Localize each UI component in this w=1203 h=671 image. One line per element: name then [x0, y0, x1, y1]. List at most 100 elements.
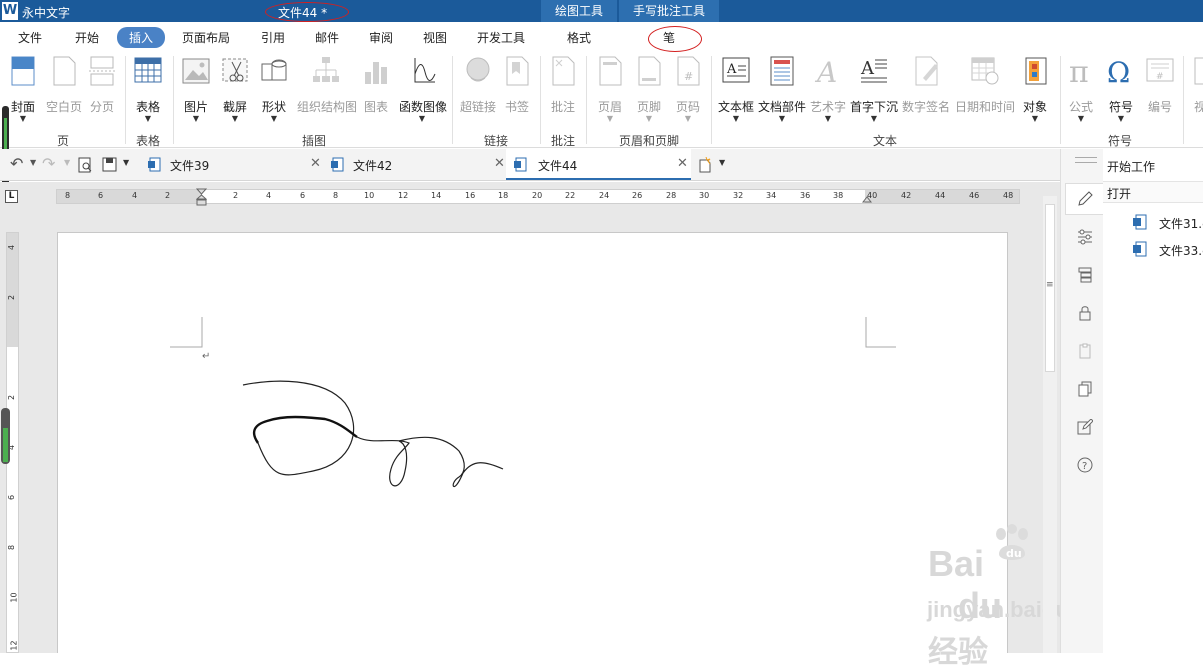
close-tab-icon[interactable]: ✕ [494, 156, 505, 171]
svg-text:A: A [814, 56, 837, 88]
object-button[interactable]: 对象 ▼ [1021, 54, 1049, 123]
vertical-scrollbar[interactable]: ≡ [1043, 196, 1057, 653]
object-icon [1025, 57, 1047, 85]
group-separator [452, 56, 453, 144]
clipboard-icon[interactable] [1077, 343, 1093, 359]
hyperlink-button[interactable]: 超链接 [458, 54, 498, 115]
page-number-icon: # [677, 56, 700, 86]
picture-button[interactable]: 图片 ▼ [181, 54, 211, 123]
bar-chart-icon [365, 62, 387, 84]
help-icon[interactable]: ? [1077, 457, 1093, 473]
lock-icon[interactable] [1077, 305, 1093, 321]
close-tab-icon[interactable]: ✕ [677, 156, 688, 171]
screenshot-button[interactable]: 截屏 ▼ [220, 54, 250, 123]
pencil-icon[interactable] [1077, 191, 1093, 207]
redo-dropdown-icon[interactable]: ▼ [64, 158, 70, 167]
margin-corner-top-left [170, 317, 203, 348]
menu-developer[interactable]: 开发工具 [477, 29, 525, 46]
recent-file-item[interactable]: 文件31.e [1133, 213, 1203, 231]
app-logo-icon: W [2, 2, 18, 20]
navigation-icon[interactable] [1077, 267, 1093, 283]
doc-tab-44-active[interactable]: 文件44 ✕ [506, 149, 691, 180]
footer-button[interactable]: 页脚 ▼ [634, 54, 664, 123]
menu-format[interactable]: 格式 [567, 29, 591, 46]
shapes-button[interactable]: 形状 ▼ [259, 54, 289, 123]
table-button[interactable]: 表格 ▼ [133, 54, 163, 123]
org-chart-button[interactable]: 组织结构图 [297, 54, 357, 115]
print-preview-icon[interactable] [78, 157, 93, 173]
copy-pages-icon[interactable] [1077, 381, 1093, 397]
svg-text:A: A [860, 58, 875, 79]
paragraph-mark-icon: ↵ [202, 351, 211, 362]
menu-page-layout[interactable]: 页面布局 [182, 29, 230, 46]
scroll-grip-icon: ≡ [1046, 280, 1054, 290]
svg-text:?: ? [1082, 461, 1087, 472]
menu-view[interactable]: 视图 [423, 29, 447, 46]
right-side-toolbar: ? [1060, 149, 1105, 653]
shapes-icon [261, 59, 287, 81]
group-label-header-footer: 页眉和页脚 [619, 134, 680, 148]
cover-icon [11, 56, 35, 86]
right-indent-marker-icon[interactable] [862, 195, 872, 203]
close-tab-icon[interactable]: ✕ [310, 156, 321, 171]
view-button-partial[interactable]: 视 [1190, 54, 1203, 115]
page-number-button[interactable]: # 页码 ▼ [673, 54, 703, 123]
annotation-circle-pen [648, 26, 702, 52]
undo-dropdown-icon[interactable]: ▼ [30, 158, 36, 167]
menu-mailings[interactable]: 邮件 [315, 29, 339, 46]
group-separator [711, 56, 712, 144]
group-separator [1060, 56, 1061, 144]
numbering-button[interactable]: # 编号 [1145, 54, 1175, 115]
digital-signature-button[interactable]: 数字签名 [902, 54, 950, 115]
menu-file[interactable]: 文件 [18, 29, 42, 46]
wordart-button[interactable]: A 艺术字 ▼ [809, 54, 847, 123]
save-icon[interactable] [102, 157, 117, 172]
document-page[interactable]: ↵ Baidu经验 [57, 232, 1008, 669]
document-parts-button[interactable]: 文档部件 ▼ [758, 54, 806, 123]
new-tab-icon[interactable] [697, 157, 713, 173]
panel-grip-icon[interactable] [1075, 157, 1097, 163]
recent-file-item[interactable]: 文件33.e [1133, 240, 1203, 258]
edit-icon[interactable] [1077, 419, 1093, 435]
context-tab-handwriting-tools[interactable]: 手写批注工具 [619, 0, 719, 22]
partial-icon [1194, 57, 1203, 85]
symbol-button[interactable]: Ω 符号 ▼ [1106, 54, 1136, 123]
cover-button[interactable]: 封面 ▼ [8, 54, 38, 123]
menu-insert[interactable]: 插入 [117, 27, 166, 48]
bookmark-button[interactable]: 书签 [502, 54, 532, 115]
date-time-button[interactable]: 日期和时间 [955, 54, 1015, 115]
function-graph-button[interactable]: 函数图像 ▼ [399, 54, 447, 123]
redo-icon[interactable]: ↷ [42, 154, 55, 173]
undo-icon[interactable]: ↶ [10, 154, 23, 173]
paw-logo-icon: du [996, 524, 1028, 560]
document-icon [1133, 241, 1147, 257]
group-label-text: 文本 [873, 134, 898, 148]
calendar-clock-icon [971, 57, 999, 85]
drop-cap-button[interactable]: A 首字下沉 ▼ [850, 54, 898, 123]
comment-button[interactable]: 批注 [548, 54, 578, 115]
menu-references[interactable]: 引用 [261, 29, 285, 46]
textbox-button[interactable]: A 文本框 ▼ [718, 54, 754, 123]
menu-review[interactable]: 审阅 [369, 29, 393, 46]
blank-page-button[interactable]: 空白页 [44, 54, 84, 115]
doc-tab-39[interactable]: 文件39 ✕ [140, 149, 325, 180]
indent-marker-icon[interactable] [196, 188, 207, 206]
footer-icon [638, 56, 661, 86]
context-tab-drawing-tools[interactable]: 绘图工具 [541, 0, 617, 22]
sliders-icon[interactable] [1077, 229, 1093, 245]
chart-button[interactable]: 图表 [361, 54, 391, 115]
menu-home[interactable]: 开始 [75, 29, 99, 46]
page-break-button[interactable]: 分页 [87, 54, 117, 115]
equation-button[interactable]: π 公式 ▼ [1066, 54, 1096, 123]
handwriting-ink-stroke[interactable] [233, 373, 513, 503]
document-icon [1133, 214, 1147, 230]
group-label-comments: 批注 [551, 134, 576, 148]
new-tab-dropdown-icon[interactable]: ▼ [719, 158, 725, 167]
tab-stop-selector[interactable]: L [5, 190, 18, 203]
header-button[interactable]: 页眉 ▼ [595, 54, 625, 123]
horizontal-ruler[interactable]: 8 6 4 2 2 4 6 8 10 12 14 16 18 20 22 24 … [56, 188, 1020, 206]
document-tab-strip: ↶ ▼ ↷ ▼ ▼ 文件39 ✕ 文件42 ✕ 文件44 ✕ ▼ [0, 149, 1060, 181]
quick-access-dropdown-icon[interactable]: ▼ [123, 158, 129, 167]
svg-text:A: A [726, 62, 737, 77]
doc-tab-42[interactable]: 文件42 ✕ [323, 149, 508, 180]
